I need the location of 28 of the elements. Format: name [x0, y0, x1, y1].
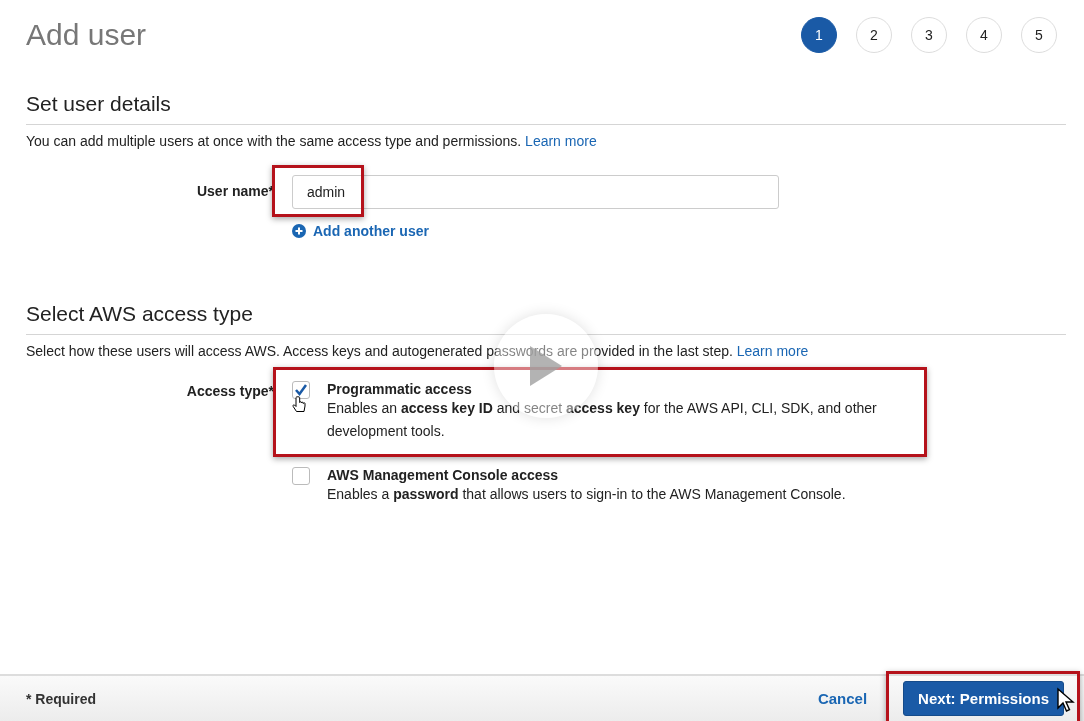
- cancel-button[interactable]: Cancel: [811, 689, 874, 708]
- option-title: AWS Management Console access: [327, 467, 560, 483]
- user-name-field[interactable]: admin: [292, 175, 779, 209]
- plus-circle-icon: [292, 224, 306, 238]
- field-label: User name*: [195, 182, 274, 201]
- option-title: Programmatic access: [327, 381, 473, 397]
- hand-cursor-icon: [292, 396, 306, 414]
- learn-more-link[interactable]: Learn more: [736, 343, 809, 359]
- wizard-step[interactable]: 4: [966, 17, 1002, 53]
- page-title: Add user: [26, 18, 147, 52]
- field-label: Access type*: [185, 382, 274, 401]
- wizard-step[interactable]: 5: [1021, 17, 1057, 53]
- option-description: Enables an access key ID and secret access key for the AWS API, CLI, SDK, and other development tools.: [327, 399, 878, 441]
- section-heading: Set user details: [26, 92, 1066, 125]
- intro-text: You can add multiple users at once with the same access type and permissions. Learn more: [26, 133, 598, 149]
- required-note: * Required: [26, 690, 97, 707]
- wizard-step[interactable]: 2: [856, 17, 892, 53]
- option-description: Enables a password that allows users to sign-in to the AWS Management Console.: [327, 485, 847, 504]
- section-heading: Select AWS access type: [26, 302, 1066, 335]
- wizard-step[interactable]: 3: [911, 17, 947, 53]
- arrow-cursor-icon: [1056, 687, 1076, 713]
- add-another-user-link[interactable]: Add another user: [292, 223, 1066, 239]
- next-permissions-button[interactable]: Next: Permissions: [903, 681, 1064, 716]
- checkbox[interactable]: [292, 467, 310, 485]
- learn-more-link[interactable]: Learn more: [525, 133, 597, 149]
- checkbox[interactable]: [292, 381, 310, 399]
- intro-text: Select how these users will access AWS. Access keys and autogenerated passwords are provided in the last step. Learn more: [26, 343, 810, 359]
- wizard-step[interactable]: 1: [801, 17, 837, 53]
